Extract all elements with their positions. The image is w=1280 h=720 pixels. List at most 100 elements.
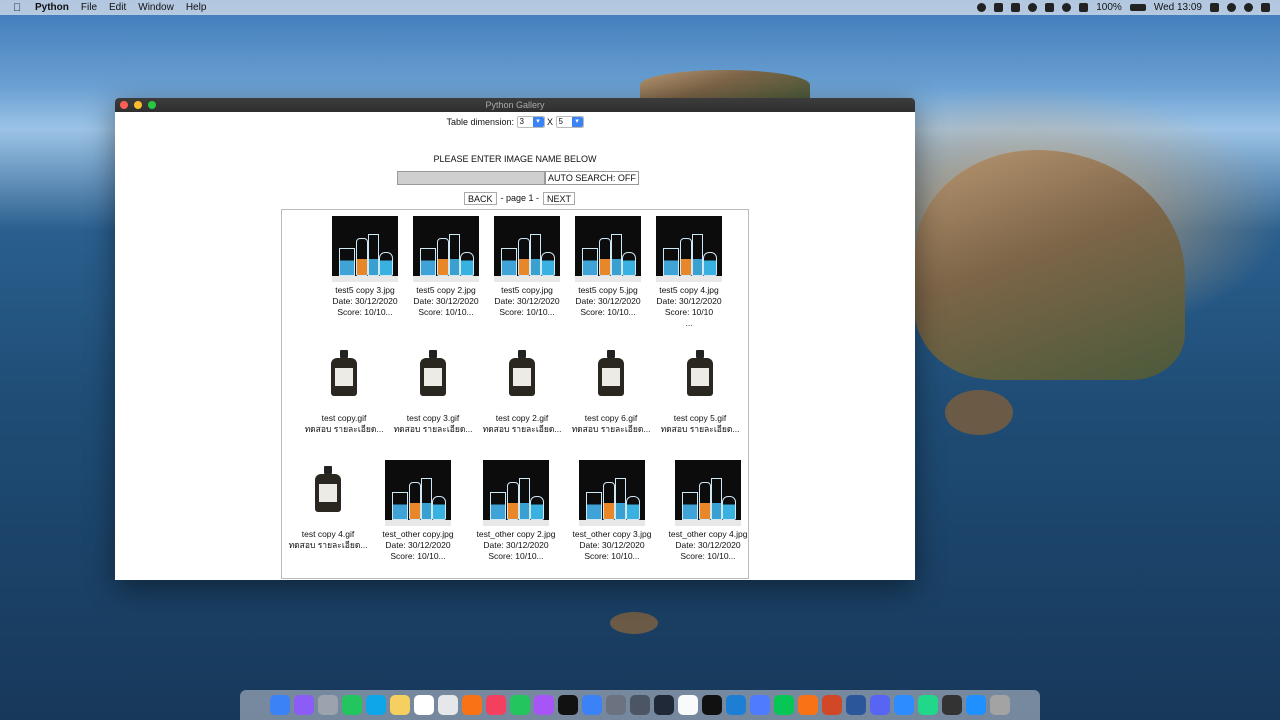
battery-icon[interactable]	[1129, 4, 1146, 11]
discord-icon[interactable]	[870, 695, 890, 715]
flask-thumbnail[interactable]	[483, 460, 549, 526]
flask-thumbnail[interactable]	[494, 216, 560, 282]
gallery-item[interactable]: test_other copy 2.jpg Date: 30/12/2020 Sco…	[470, 460, 562, 562]
downloads-icon[interactable]	[966, 695, 986, 715]
menu-edit[interactable]: Edit	[109, 2, 126, 13]
preview-icon[interactable]	[462, 695, 482, 715]
flask-thumbnail[interactable]	[413, 216, 479, 282]
next-button[interactable]: NEXT	[543, 191, 576, 205]
podcasts-icon[interactable]	[534, 695, 554, 715]
line-icon[interactable]	[774, 695, 794, 715]
gallery-item[interactable]: test copy 4.gif ทดสอบ รายละเอียด...	[282, 460, 374, 551]
maximize-icon[interactable]	[148, 101, 156, 109]
flask-thumbnail[interactable]	[385, 460, 451, 526]
search-input[interactable]	[397, 171, 545, 185]
finder-icon[interactable]	[270, 695, 290, 715]
safari-icon[interactable]	[366, 695, 386, 715]
gallery-item[interactable]: test5 copy 2.jpg Date: 30/12/2020 Score: 1…	[400, 216, 492, 318]
volume-icon[interactable]	[1079, 3, 1089, 12]
back-button[interactable]: BACK	[464, 191, 497, 205]
item-detail: ทดสอบ รายละเอียด...	[660, 424, 740, 434]
screen-icon[interactable]	[994, 3, 1004, 12]
flask-thumbnail[interactable]	[579, 460, 645, 526]
battery-percent[interactable]: 100%	[1096, 2, 1122, 13]
item-detail: Score: 10/10...	[584, 551, 640, 561]
gallery-item[interactable]: test copy 3.gif ทดสอบ รายละเอียด...	[387, 344, 479, 435]
close-icon[interactable]	[120, 101, 128, 109]
title-bar[interactable]: Python Gallery	[115, 98, 915, 112]
bottle-thumbnail[interactable]	[400, 344, 466, 410]
messenger-icon[interactable]	[750, 695, 770, 715]
activity-icon[interactable]	[630, 695, 650, 715]
launchpad-icon[interactable]	[318, 695, 338, 715]
item-detail: Score: 10/10...	[680, 551, 736, 561]
gallery-item[interactable]: test_other copy.jpg Date: 30/12/2020 Score…	[372, 460, 464, 562]
gallery-item[interactable]: test5 copy 5.jpg Date: 30/12/2020 Score: 1…	[562, 216, 654, 318]
zoom-status-icon[interactable]	[1011, 3, 1021, 12]
siri-icon[interactable]	[294, 695, 314, 715]
messages-icon[interactable]	[510, 695, 530, 715]
chrome-icon[interactable]	[678, 695, 698, 715]
zoom-icon[interactable]	[894, 695, 914, 715]
vlc-icon[interactable]	[798, 695, 818, 715]
bottle-thumbnail[interactable]	[489, 344, 555, 410]
cloud-icon[interactable]	[1028, 3, 1038, 12]
menu-app-name[interactable]: Python	[35, 2, 69, 13]
flask-thumbnail[interactable]	[332, 216, 398, 282]
bottle-thumbnail[interactable]	[311, 344, 377, 410]
vscode-icon[interactable]	[726, 695, 746, 715]
terminal-icon[interactable]	[702, 695, 722, 715]
spotlight-icon[interactable]	[1227, 3, 1236, 12]
item-detail: Score: 10/10...	[488, 551, 544, 561]
appletv-icon[interactable]	[558, 695, 578, 715]
appstore-icon[interactable]	[582, 695, 602, 715]
textedit-icon[interactable]	[438, 695, 458, 715]
stocks-icon[interactable]	[942, 695, 962, 715]
bottle-thumbnail[interactable]	[667, 344, 733, 410]
notes-icon[interactable]	[390, 695, 410, 715]
apple-menu-icon[interactable]: 	[13, 2, 27, 14]
cols-select[interactable]: 5 ▾	[555, 116, 584, 128]
siri-status-icon[interactable]	[1244, 3, 1253, 12]
gallery-item[interactable]: test5 copy 4.jpg Date: 30/12/2020 Score: 1…	[643, 216, 735, 329]
menu-bar:  Python File Edit Window Help 100% Wed …	[0, 0, 1280, 15]
notification-center-icon[interactable]	[1261, 3, 1270, 12]
rows-select[interactable]: 3 ▾	[516, 116, 545, 128]
bottle-thumbnail[interactable]	[295, 460, 361, 526]
gallery-item[interactable]: test_other copy 3.jpg Date: 30/12/2020 Sco…	[566, 460, 658, 562]
menu-window[interactable]: Window	[138, 2, 174, 13]
menu-help[interactable]: Help	[186, 2, 207, 13]
bluetooth-icon[interactable]	[1045, 3, 1055, 12]
image-grid: test5 copy 3.jpg Date: 30/12/2020 Score: 1…	[281, 209, 749, 579]
word-icon[interactable]	[846, 695, 866, 715]
calendar-icon[interactable]	[414, 695, 434, 715]
bottle-thumbnail[interactable]	[578, 344, 644, 410]
gallery-item[interactable]: test_other copy 4.jpg Date: 30/12/2020 Sco…	[662, 460, 754, 562]
powerpoint-icon[interactable]	[822, 695, 842, 715]
item-filename: test5 copy.jpg	[501, 285, 553, 295]
flask-thumbnail[interactable]	[675, 460, 741, 526]
record-icon[interactable]	[977, 3, 987, 12]
flask-thumbnail[interactable]	[656, 216, 722, 282]
gallery-item[interactable]: test copy 6.gif ทดสอบ รายละเอียด...	[565, 344, 657, 435]
trash-icon[interactable]	[990, 695, 1010, 715]
auto-search-button[interactable]: AUTO SEARCH: OFF	[545, 171, 639, 185]
pycharm-icon[interactable]	[918, 695, 938, 715]
minimize-icon[interactable]	[134, 101, 142, 109]
photos-icon[interactable]	[486, 695, 506, 715]
gallery-item[interactable]: test copy 2.gif ทดสอบ รายละเอียด...	[476, 344, 568, 435]
gallery-item[interactable]: test copy 5.gif ทดสอบ รายละเอียด...	[654, 344, 746, 435]
maps-icon[interactable]	[342, 695, 362, 715]
input-source-icon[interactable]	[1210, 3, 1219, 12]
gallery-item[interactable]: test5 copy 3.jpg Date: 30/12/2020 Score: 1…	[319, 216, 411, 318]
systemprefs-icon[interactable]	[606, 695, 626, 715]
menu-file[interactable]: File	[81, 2, 97, 13]
item-filename: test copy 3.gif	[406, 413, 460, 423]
gallery-item[interactable]: test copy.gif ทดสอบ รายละเอียด...	[298, 344, 390, 435]
flask-thumbnail[interactable]	[575, 216, 641, 282]
wifi-icon[interactable]	[1062, 3, 1072, 12]
gallery-item[interactable]: test5 copy.jpg Date: 30/12/2020 Score: 10/…	[481, 216, 573, 318]
clock[interactable]: Wed 13:09	[1154, 2, 1202, 13]
dimension-separator: X	[547, 117, 554, 127]
steam-icon[interactable]	[654, 695, 674, 715]
